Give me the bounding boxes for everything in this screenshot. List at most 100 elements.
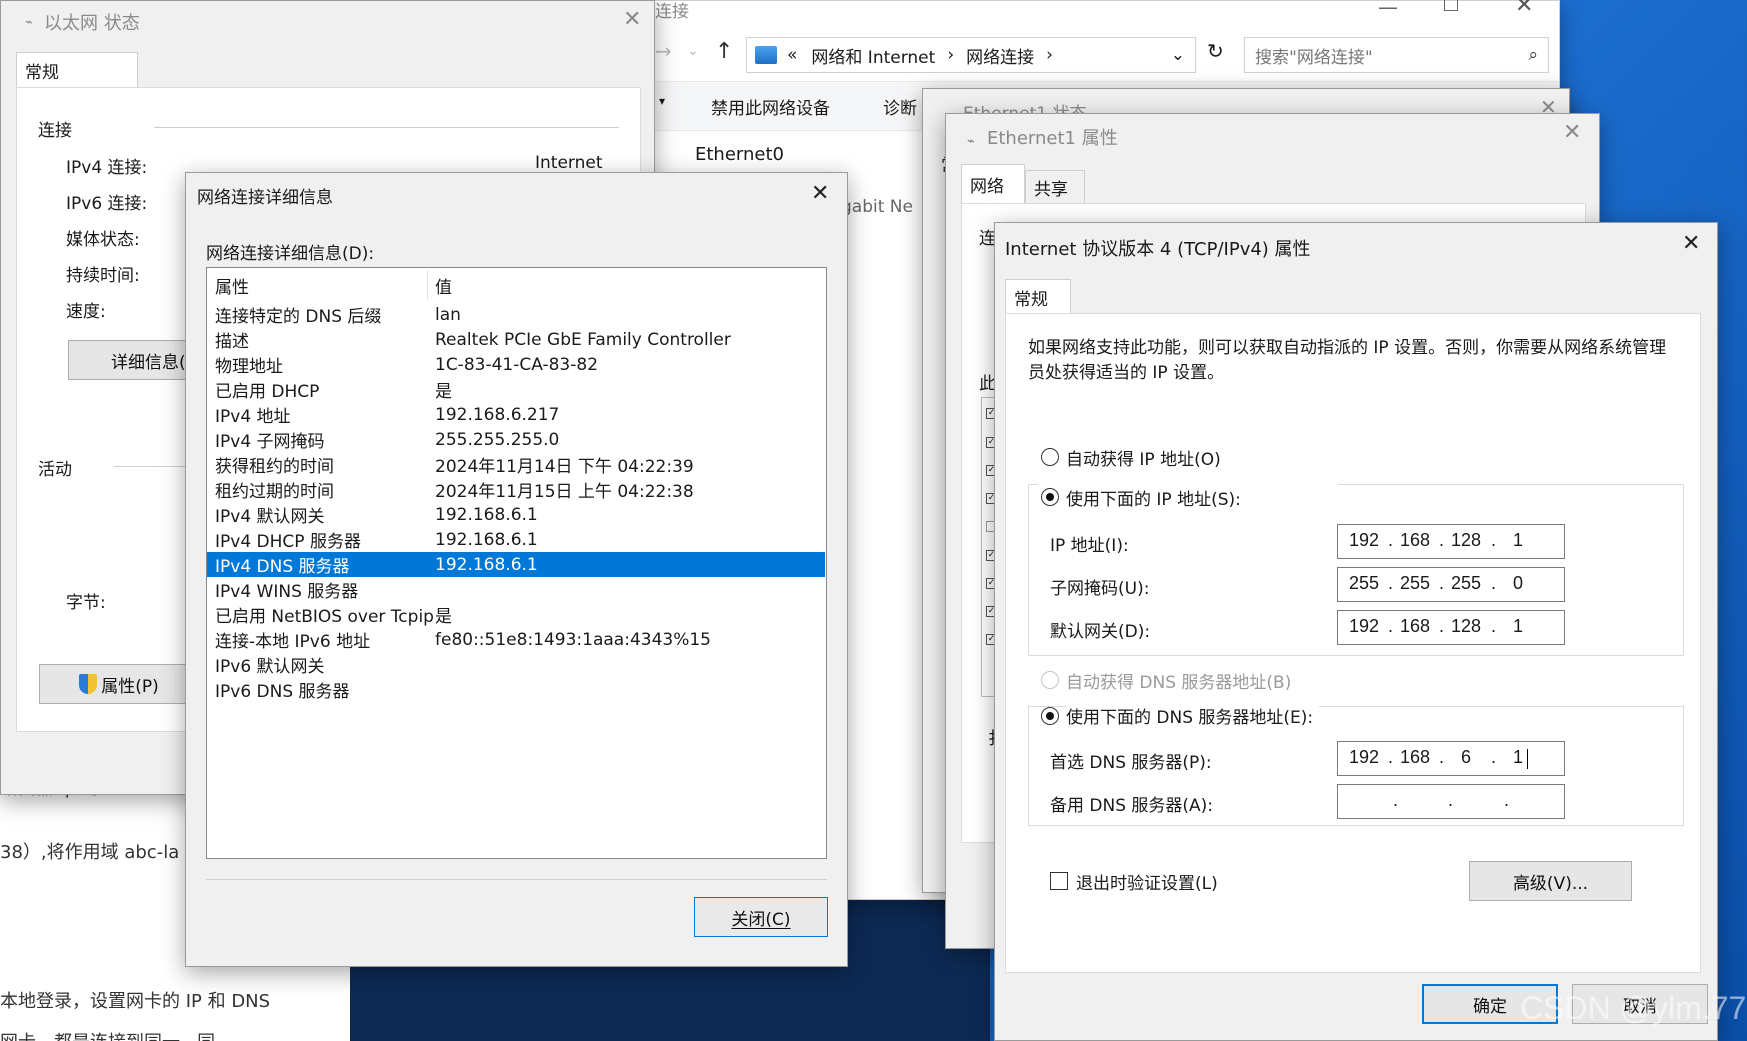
table-row[interactable]: IPv6 默认网关 (207, 652, 825, 677)
octet-separator: . (1388, 573, 1394, 593)
back-icon[interactable]: → (655, 39, 672, 63)
ip-address-label: IP 地址(I): (1050, 536, 1129, 556)
row-property: IPv4 DNS 服务器 (215, 557, 350, 577)
auto-ip-radio[interactable] (1041, 448, 1059, 466)
dns1-octet-2: 168 (1399, 747, 1431, 767)
tab-general[interactable]: 常规 (16, 52, 138, 88)
row-property: IPv4 子网掩码 (215, 432, 325, 452)
ethernet-status-title: 以太网 状态 (44, 13, 140, 34)
breadcrumb-separator-icon: › (947, 45, 955, 65)
diagnose-command[interactable]: 诊断 (883, 94, 917, 119)
table-row[interactable]: 租约过期的时间 2024年11月15日 上午 04:22:38 (207, 477, 825, 502)
preferred-dns-label: 首选 DNS 服务器(P): (1050, 753, 1212, 773)
maximize-icon[interactable] (1444, 0, 1458, 11)
close-icon[interactable]: ✕ (1682, 231, 1700, 256)
ethernet0-name[interactable]: Ethernet0 (695, 144, 784, 165)
doc-line-4: 网卡，都是连接到同一...同 (0, 1028, 330, 1041)
details-header-row: 属性 值 (207, 270, 825, 300)
row-property: 已启用 DHCP (215, 382, 320, 402)
row-property: 物理地址 (215, 357, 283, 377)
table-row[interactable]: 描述 Realtek PCIe GbE Family Controller (207, 327, 825, 353)
speed-label: 速度: (66, 302, 106, 322)
manual-ip-label[interactable]: 使用下面的 IP 地址(S): (1066, 485, 1241, 510)
mask-octet-4: 0 (1512, 573, 1523, 593)
table-row[interactable]: IPv4 WINS 服务器 (207, 577, 825, 602)
search-input[interactable]: 搜索"网络连接" ⌕ (1244, 37, 1549, 73)
table-row[interactable]: 连接-本地 IPv6 地址 fe80::51e8:1493:1aaa:4343%1… (207, 627, 825, 653)
octet-separator: . (1448, 790, 1454, 810)
row-property: IPv4 WINS 服务器 (215, 582, 359, 602)
manual-dns-radio[interactable] (1041, 707, 1059, 725)
search-icon: ⌕ (1528, 45, 1538, 65)
table-row[interactable]: IPv6 DNS 服务器 (207, 677, 825, 702)
ip-address-field[interactable]: 192. 168. 128. 1 (1337, 524, 1565, 559)
close-icon[interactable]: ✕ (811, 181, 829, 206)
breadcrumb-network-connections[interactable]: 网络连接 (966, 43, 1034, 68)
table-row[interactable]: IPv4 默认网关 192.168.6.1 (207, 502, 825, 528)
ipv4-title: Internet 协议版本 4 (TCP/IPv4) 属性 (1005, 239, 1311, 260)
details-list[interactable]: 属性 值 连接特定的 DNS 后缀 lan 描述 Realtek PCIe GbE F… (206, 267, 827, 859)
text-cursor (1527, 749, 1528, 769)
auto-dns-radio[interactable] (1041, 671, 1059, 689)
ip-octet-2: 168 (1399, 530, 1431, 550)
refresh-icon[interactable]: ↻ (1207, 39, 1224, 63)
breadcrumb-separator-icon: › (1046, 45, 1053, 65)
auto-ip-label[interactable]: 自动获得 IP 地址(O) (1066, 445, 1221, 470)
manual-dns-label[interactable]: 使用下面的 DNS 服务器地址(E): (1066, 703, 1320, 728)
octet-separator: . (1491, 530, 1497, 550)
disable-device-command[interactable]: 禁用此网络设备 (711, 94, 830, 119)
up-arrow-icon[interactable]: ↑ (715, 39, 733, 64)
row-property: IPv4 默认网关 (215, 507, 325, 527)
row-value: 192.168.6.1 (435, 504, 538, 525)
tab-share[interactable]: 共享 (1025, 170, 1085, 204)
address-dropdown-icon[interactable]: ⌄ (1171, 45, 1185, 65)
tab-general[interactable]: 常规 (1005, 279, 1071, 315)
minimize-icon[interactable]: — (1378, 0, 1398, 19)
octet-separator: . (1491, 573, 1497, 593)
command-chevron-icon[interactable]: ▾ (659, 94, 665, 108)
manual-ip-radio[interactable] (1041, 488, 1059, 506)
validate-label[interactable]: 退出时验证设置(L) (1076, 869, 1218, 894)
table-row[interactable]: IPv4 地址 192.168.6.217 (207, 402, 825, 428)
table-row[interactable]: 已启用 NetBIOS over Tcpip 是 (207, 602, 825, 627)
details-list-label: 网络连接详细信息(D): (206, 244, 375, 264)
address-bar[interactable]: « 网络和 Internet › 网络连接 › ⌄ (746, 37, 1196, 73)
close-icon[interactable]: ✕ (1515, 0, 1533, 18)
tab-network[interactable]: 网络 (961, 164, 1025, 204)
gateway-field[interactable]: 192. 168. 128. 1 (1337, 610, 1565, 645)
row-property: IPv4 DHCP 服务器 (215, 532, 361, 552)
breadcrumb-network-internet[interactable]: 网络和 Internet (811, 43, 935, 68)
history-chevron-icon[interactable]: ⌄ (687, 43, 699, 59)
gw-octet-1: 192 (1348, 616, 1380, 636)
alternate-dns-field[interactable]: . . . (1337, 784, 1565, 819)
mask-octet-3: 255 (1450, 573, 1482, 593)
table-row[interactable]: IPv4 子网掩码 255.255.255.0 (207, 427, 825, 453)
validate-checkbox[interactable] (1050, 872, 1068, 890)
close-icon[interactable]: ✕ (1563, 120, 1581, 145)
row-property: IPv4 地址 (215, 407, 291, 427)
table-row[interactable]: 物理地址 1C-83-41-CA-83-82 (207, 352, 825, 378)
table-row[interactable]: 已启用 DHCP 是 (207, 377, 825, 402)
table-row[interactable]: 获得租约的时间 2024年11月14日 下午 04:22:39 (207, 452, 825, 477)
gw-octet-4: 1 (1512, 616, 1523, 636)
header-property[interactable]: 属性 (215, 273, 249, 298)
close-button[interactable]: 关闭(C) (694, 897, 828, 937)
properties-title: Ethernet1 属性 (987, 128, 1118, 149)
table-row[interactable]: IPv4 DHCP 服务器 192.168.6.1 (207, 527, 825, 553)
properties-button[interactable]: 属性(P) (39, 664, 199, 704)
ipv4-dialog: Internet 协议版本 4 (TCP/IPv4) 属性 ✕ 常规 如果网络支… (994, 222, 1718, 1041)
advanced-button[interactable]: 高级(V)... (1469, 861, 1632, 901)
octet-separator: . (1439, 573, 1445, 593)
table-row[interactable]: 连接特定的 DNS 后缀 lan (207, 302, 825, 328)
row-property: 描述 (215, 332, 249, 352)
octet-separator: . (1388, 616, 1394, 636)
doc-line-2: 38）,将作用域 abc-la (0, 842, 180, 863)
subnet-mask-field[interactable]: 255. 255. 255. 0 (1337, 567, 1565, 602)
close-icon[interactable]: ✕ (623, 7, 641, 32)
divider (154, 127, 619, 128)
preferred-dns-field[interactable]: 192. 168. 6. 1 (1337, 741, 1565, 776)
auto-dns-label[interactable]: 自动获得 DNS 服务器地址(B) (1066, 668, 1291, 693)
table-row[interactable]: IPv4 DNS 服务器 192.168.6.1 (207, 552, 825, 577)
header-value[interactable]: 值 (435, 273, 452, 298)
bytes-label: 字节: (66, 593, 106, 613)
